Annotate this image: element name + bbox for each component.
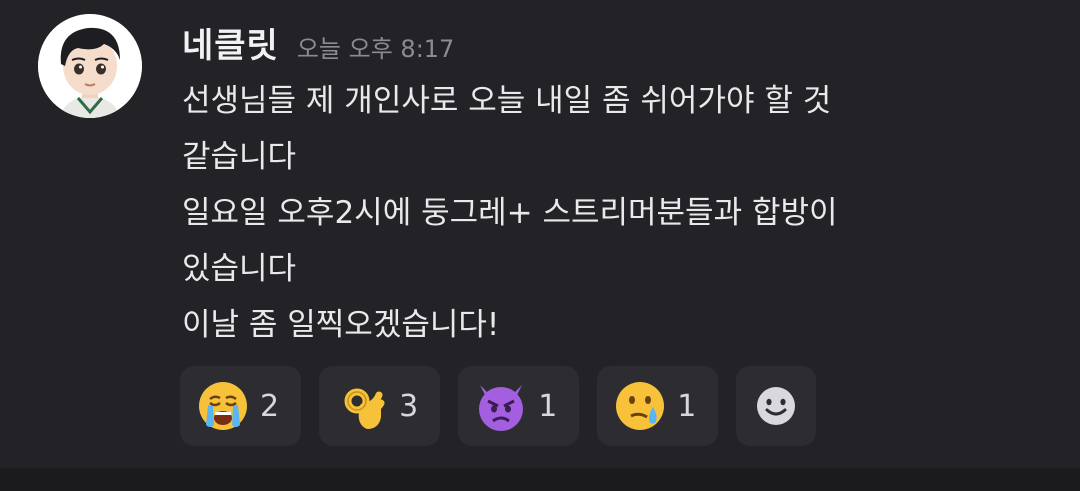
add-reaction-button[interactable] <box>736 366 817 446</box>
message-header: 네클릿 오늘 오후 8:17 <box>182 18 454 68</box>
message-line: 일요일 오후2시에 둥그레+ 스트리머분들과 합방이 <box>182 195 838 231</box>
message-line: 같습니다 <box>182 139 297 175</box>
bottom-divider <box>0 468 1080 491</box>
reaction-count: 2 <box>260 388 280 424</box>
avatar[interactable] <box>38 14 142 118</box>
reaction-ok-hand[interactable]: 3 <box>319 366 441 446</box>
reaction-count: 3 <box>399 388 419 424</box>
ok-hand-icon <box>344 388 385 429</box>
reaction-count: 1 <box>677 388 697 424</box>
face-holding-back-tears-icon <box>616 382 665 430</box>
timestamp: 오늘 오후 8:17 <box>296 35 455 63</box>
message-line: 있습니다 <box>182 251 297 287</box>
message-line: 선생님들 제 개인사로 오늘 내일 좀 쉬어가야 할 것 <box>182 83 832 119</box>
username[interactable]: 네클릿 <box>182 18 279 67</box>
reaction-count: 1 <box>538 388 558 424</box>
crying-face-icon <box>199 382 247 430</box>
reaction-crying[interactable]: 2 <box>180 366 302 446</box>
message-line: 이날 좀 일찍오겠습니다! <box>182 307 500 343</box>
reaction-bar: 2 3 1 1 <box>180 366 817 446</box>
reaction-angry-devil[interactable]: 1 <box>458 366 580 446</box>
reaction-holding-back-tears[interactable]: 1 <box>597 366 719 446</box>
message-content: 선생님들 제 개인사로 오늘 내일 좀 쉬어가야 할 것 같습니다 일요일 오후… <box>182 73 1042 353</box>
angry-devil-icon <box>479 385 524 431</box>
chat-message: 네클릿 오늘 오후 8:17 선생님들 제 개인사로 오늘 내일 좀 쉬어가야 … <box>0 0 1080 468</box>
avatar-character-icon <box>38 14 142 118</box>
add-reaction-smiley-icon <box>757 387 796 425</box>
